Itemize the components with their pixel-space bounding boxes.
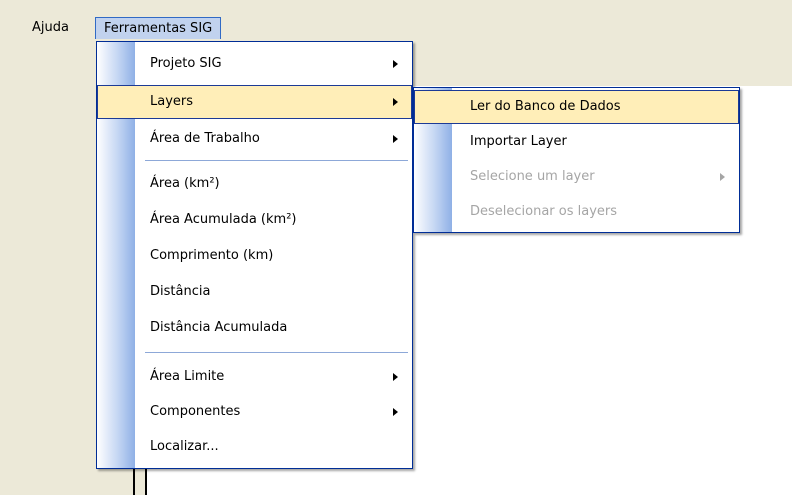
submenu-arrow-icon	[393, 373, 398, 381]
menu-item-label: Área Limite	[150, 369, 225, 384]
submenu-arrow-icon	[393, 98, 398, 106]
menu-item-label: Área de Trabalho	[150, 131, 260, 146]
ferramentas-sig-menu: Projeto SIG Layers Área de Trabalho Área…	[96, 41, 413, 469]
menu-item-area-acumulada[interactable]: Área Acumulada (km²)	[97, 203, 412, 237]
menu-item-distancia[interactable]: Distância	[97, 275, 412, 309]
menu-item-label: Selecione um layer	[470, 169, 595, 184]
menu-item-area-de-trabalho[interactable]: Área de Trabalho	[97, 122, 412, 156]
menu-item-area-km2[interactable]: Área (km²)	[97, 167, 412, 201]
menu-item-layers[interactable]: Layers	[97, 85, 412, 119]
menu-item-label: Distância Acumulada	[150, 320, 288, 335]
menu-item-importar-layer[interactable]: Importar Layer	[414, 125, 739, 159]
menu-item-label: Deselecionar os layers	[470, 204, 618, 219]
menu-separator	[145, 352, 408, 353]
menu-item-label: Área (km²)	[150, 176, 220, 191]
menu-item-label: Layers	[150, 94, 194, 109]
menu-item-label: Importar Layer	[470, 134, 567, 149]
menu-item-componentes[interactable]: Componentes	[97, 395, 412, 429]
menu-item-area-limite[interactable]: Área Limite	[97, 360, 412, 394]
menu-item-selecione-um-layer[interactable]: Selecione um layer	[414, 160, 739, 194]
menu-ferramentas-sig[interactable]: Ferramentas SIG	[95, 17, 222, 39]
submenu-arrow-icon	[720, 173, 725, 181]
menu-item-label: Localizar...	[150, 439, 219, 454]
menu-item-projeto-sig[interactable]: Projeto SIG	[97, 47, 412, 81]
menu-item-label: Distância	[150, 284, 211, 299]
menu-item-comprimento[interactable]: Comprimento (km)	[97, 239, 412, 273]
submenu-arrow-icon	[393, 135, 398, 143]
submenu-arrow-icon	[393, 408, 398, 416]
menu-item-localizar[interactable]: Localizar...	[97, 430, 412, 464]
menu-item-distancia-acumulada[interactable]: Distância Acumulada	[97, 311, 412, 345]
menu-item-label: Componentes	[150, 404, 241, 419]
menu-item-deselecionar-os-layers[interactable]: Deselecionar os layers	[414, 195, 739, 229]
menu-item-label: Projeto SIG	[150, 56, 222, 71]
menu-item-label: Comprimento (km)	[150, 248, 274, 263]
menu-separator	[145, 160, 408, 161]
menu-item-label: Área Acumulada (km²)	[150, 212, 297, 227]
menu-item-label: Ler do Banco de Dados	[470, 99, 621, 114]
menu-item-ler-do-banco-de-dados[interactable]: Ler do Banco de Dados	[414, 90, 739, 124]
menu-ajuda[interactable]: Ajuda	[26, 17, 75, 39]
submenu-arrow-icon	[393, 60, 398, 68]
layers-submenu: Ler do Banco de Dados Importar Layer Sel…	[413, 87, 740, 233]
menu-bar: Ajuda Ferramentas SIG	[0, 0, 792, 41]
